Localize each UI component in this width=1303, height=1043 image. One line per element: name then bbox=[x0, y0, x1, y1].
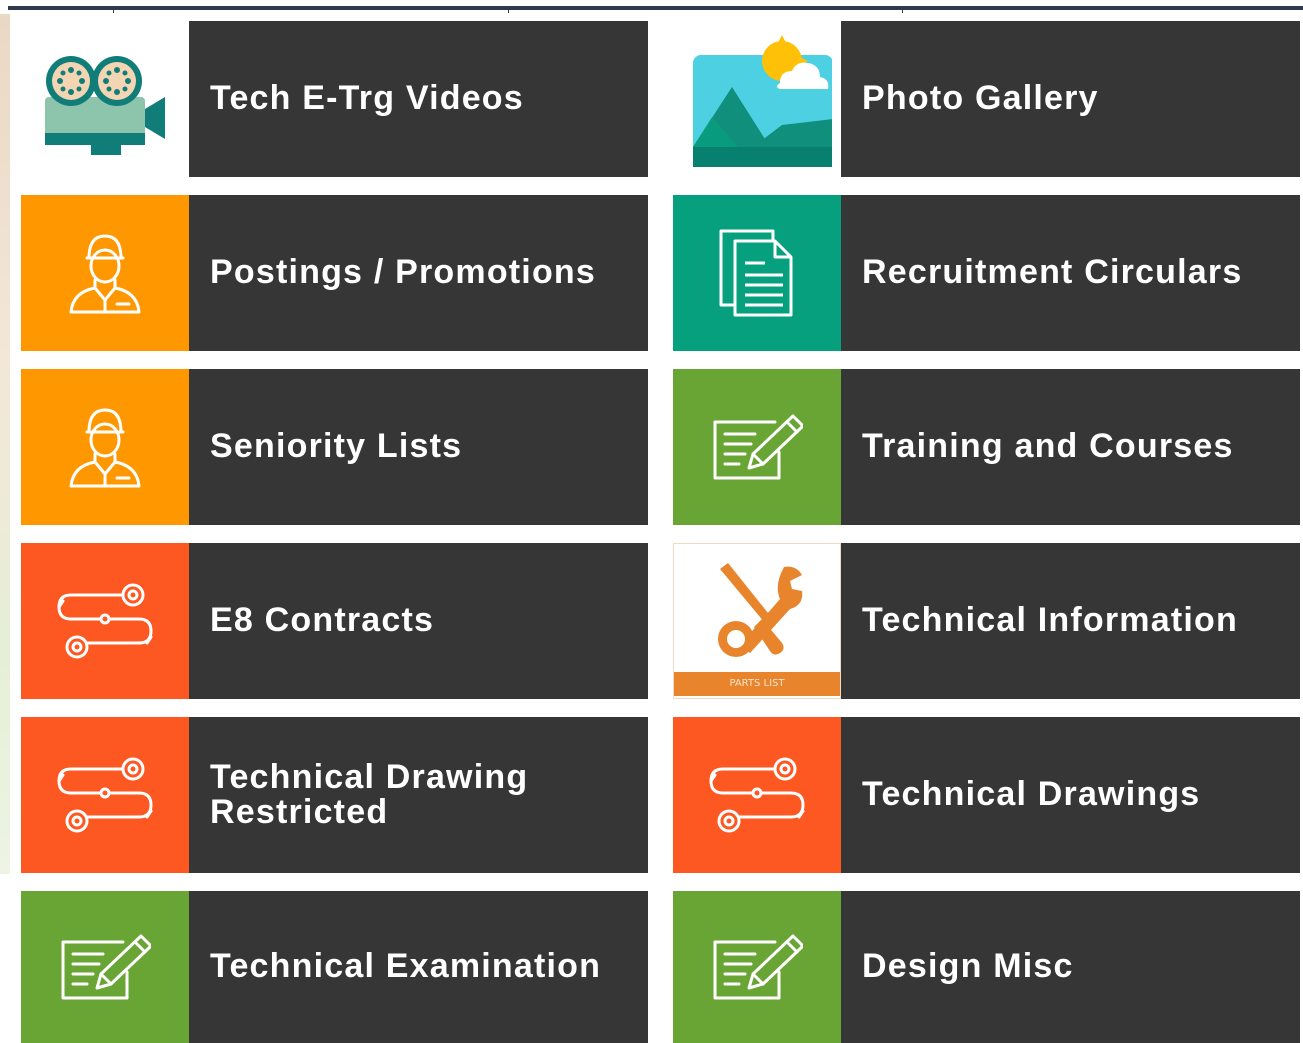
tile-label-box: Postings / Promotions bbox=[189, 195, 648, 351]
tile-postings-promotions[interactable]: Postings / Promotions bbox=[21, 195, 648, 351]
tile-label: Training and Courses bbox=[862, 427, 1234, 466]
person-icon bbox=[21, 195, 189, 351]
tile-label: Technical Examination bbox=[210, 947, 602, 986]
tile-label: E8 Contracts bbox=[210, 601, 435, 640]
route-icon bbox=[673, 717, 841, 873]
tile-label-box: Technical Drawing Restricted bbox=[189, 717, 648, 873]
tile-label-box: Technical Drawings bbox=[841, 717, 1300, 873]
tile-label-box: Training and Courses bbox=[841, 369, 1300, 525]
tile-label: Technical Information bbox=[862, 601, 1238, 640]
tile-label-box: Technical Information bbox=[841, 543, 1300, 699]
document-icon bbox=[673, 195, 841, 351]
edit-note-icon bbox=[673, 891, 841, 1043]
tile-label: Technical Drawings bbox=[862, 775, 1201, 814]
tile-label: Seniority Lists bbox=[210, 427, 463, 466]
tile-tech-e-trg-videos[interactable]: Tech E-Trg Videos bbox=[21, 21, 648, 177]
tile-training-and-courses[interactable]: Training and Courses bbox=[673, 369, 1300, 525]
tile-seniority-lists[interactable]: Seniority Lists bbox=[21, 369, 648, 525]
tile-label-box: Tech E-Trg Videos bbox=[189, 21, 648, 177]
tile-label: Postings / Promotions bbox=[210, 253, 597, 292]
photo-gallery-icon bbox=[673, 21, 841, 177]
tile-design-misc[interactable]: Design Misc bbox=[673, 891, 1300, 1043]
tile-label: Tech E-Trg Videos bbox=[210, 79, 524, 118]
tools-icon: PARTS LIST bbox=[673, 543, 841, 699]
tile-technical-drawing-restricted[interactable]: Technical Drawing Restricted bbox=[21, 717, 648, 873]
tile-e8-contracts[interactable]: E8 Contracts bbox=[21, 543, 648, 699]
tile-technical-examination[interactable]: Technical Examination bbox=[21, 891, 648, 1043]
edit-note-icon bbox=[21, 891, 189, 1043]
tile-label: Recruitment Circulars bbox=[862, 253, 1243, 292]
edit-note-icon bbox=[673, 369, 841, 525]
tile-label-box: Recruitment Circulars bbox=[841, 195, 1300, 351]
tile-label-box: Design Misc bbox=[841, 891, 1300, 1043]
route-icon bbox=[21, 543, 189, 699]
tile-label: Design Misc bbox=[862, 947, 1074, 986]
person-icon bbox=[21, 369, 189, 525]
tile-recruitment-circulars[interactable]: Recruitment Circulars bbox=[673, 195, 1300, 351]
tile-label-box: Photo Gallery bbox=[841, 21, 1300, 177]
tile-label-box: E8 Contracts bbox=[189, 543, 648, 699]
tile-label-box: Seniority Lists bbox=[189, 369, 648, 525]
video-camera-icon bbox=[21, 21, 189, 177]
route-icon bbox=[21, 717, 189, 873]
top-navigation-bar bbox=[8, 6, 1303, 13]
tile-label: Technical Drawing Restricted bbox=[210, 757, 529, 831]
tile-technical-drawings[interactable]: Technical Drawings bbox=[673, 717, 1300, 873]
tile-label-box: Technical Examination bbox=[189, 891, 648, 1043]
tile-label: Photo Gallery bbox=[862, 79, 1099, 118]
parts-list-caption: PARTS LIST bbox=[674, 672, 840, 696]
page-edge-background bbox=[0, 14, 10, 874]
tile-photo-gallery[interactable]: Photo Gallery bbox=[673, 21, 1300, 177]
tile-technical-information[interactable]: PARTS LIST Technical Information bbox=[673, 543, 1300, 699]
